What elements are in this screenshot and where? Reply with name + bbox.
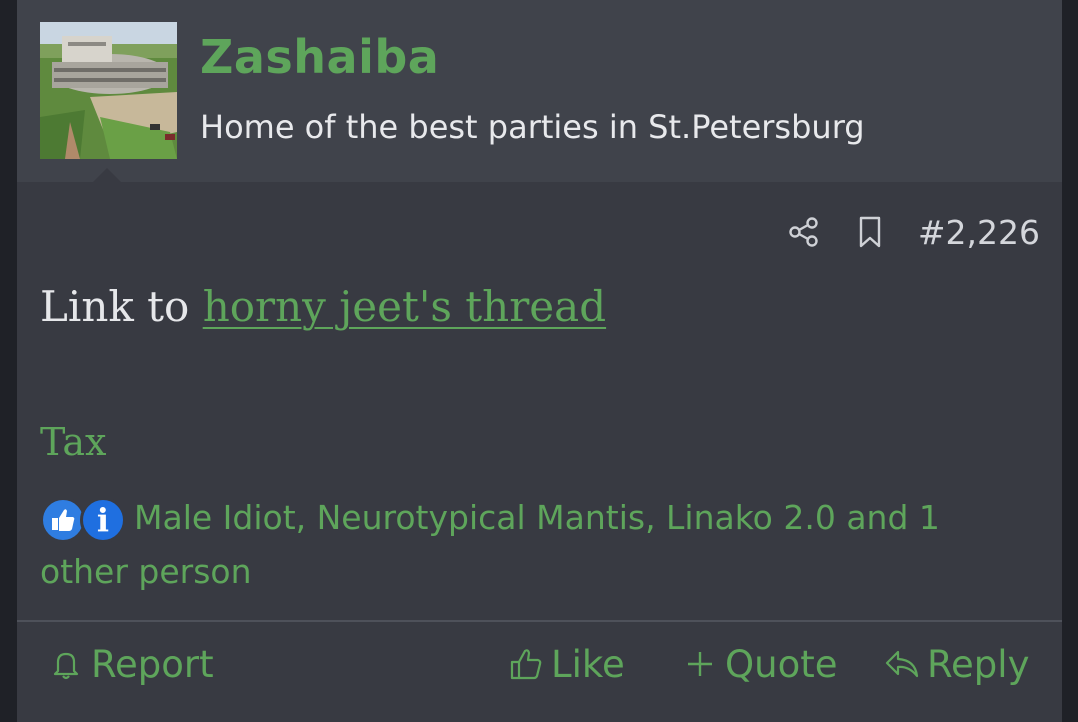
info-reaction-icon: i bbox=[80, 496, 126, 543]
post-container: Zashaiba Home of the best parties in St.… bbox=[17, 0, 1062, 722]
username[interactable]: Zashaiba bbox=[200, 30, 439, 84]
post-body: Link to horny jeet's thread bbox=[40, 282, 606, 331]
user-title: Home of the best parties in St.Petersbur… bbox=[200, 108, 865, 146]
quote-label: Quote bbox=[725, 642, 838, 686]
post-tools: #2,226 bbox=[786, 210, 1040, 254]
reply-arrow-icon bbox=[883, 645, 921, 683]
plus-icon bbox=[681, 645, 719, 683]
report-label: Report bbox=[91, 642, 214, 686]
avatar-pointer bbox=[93, 168, 121, 182]
reactions-text[interactable]: Male Idiot, Neurotypical Mantis, Linako … bbox=[40, 498, 940, 591]
report-button[interactable]: Report bbox=[47, 636, 214, 692]
post-number[interactable]: #2,226 bbox=[918, 213, 1040, 252]
post-body-prefix: Link to bbox=[40, 282, 190, 331]
thumbs-up-icon bbox=[507, 645, 545, 683]
avatar[interactable] bbox=[40, 22, 177, 159]
quote-button[interactable]: Quote bbox=[681, 636, 837, 692]
post-header: Zashaiba Home of the best parties in St.… bbox=[17, 0, 1062, 182]
footer-divider bbox=[17, 620, 1062, 622]
bookmark-icon[interactable] bbox=[852, 214, 888, 250]
signature: Tax bbox=[40, 420, 107, 464]
share-icon[interactable] bbox=[786, 214, 822, 250]
bell-icon bbox=[47, 645, 85, 683]
reply-button[interactable]: Reply bbox=[883, 636, 1029, 692]
thread-link[interactable]: horny jeet's thread bbox=[203, 282, 606, 331]
reactions-bar[interactable]: i Male Idiot, Neurotypical Mantis, Linak… bbox=[40, 492, 1000, 598]
like-label: Like bbox=[551, 642, 625, 686]
reaction-icons: i bbox=[40, 494, 132, 546]
avatar-image bbox=[40, 22, 177, 159]
like-button[interactable]: Like bbox=[507, 636, 625, 692]
reply-label: Reply bbox=[927, 642, 1030, 686]
